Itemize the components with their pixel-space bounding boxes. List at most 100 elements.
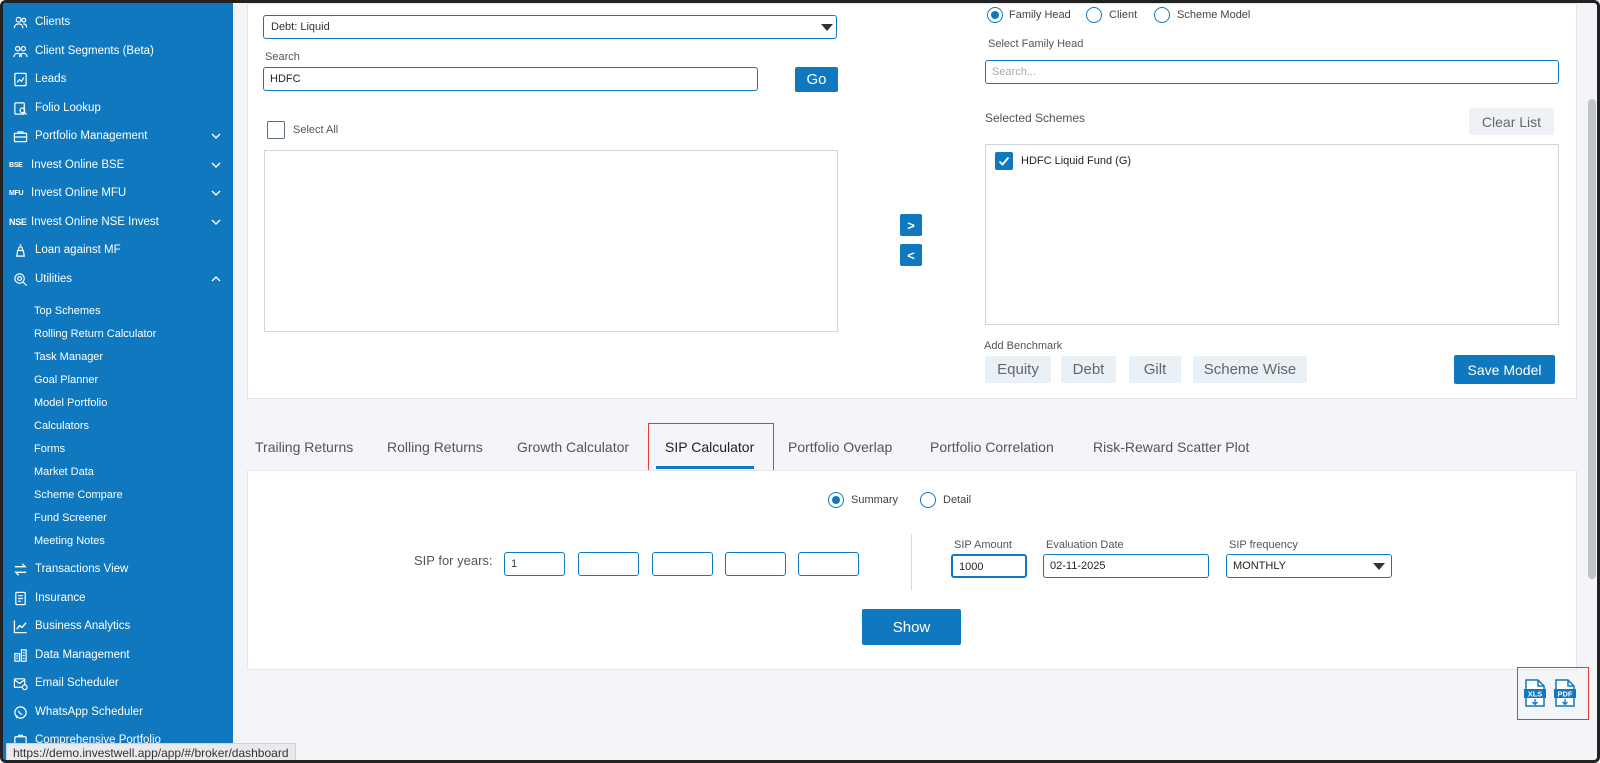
add-benchmark-label: Add Benchmark [984, 340, 1063, 352]
sidebar-item-utilities[interactable]: Utilities [3, 266, 233, 292]
select-all-checkbox[interactable] [267, 121, 285, 139]
move-right-button[interactable]: > [900, 214, 922, 236]
caret-down-icon [1373, 563, 1385, 570]
show-button[interactable]: Show [862, 609, 961, 645]
email-icon [11, 674, 29, 692]
selected-scheme-checkbox[interactable] [995, 152, 1013, 170]
select-all-label: Select All [293, 124, 339, 136]
search-label: Search [265, 51, 300, 63]
leads-icon [11, 70, 29, 88]
sidebar-subitem-forms[interactable]: Forms [34, 439, 65, 459]
sidebar-item-invest-online-mfu[interactable]: MFU Invest Online MFU [3, 180, 233, 206]
move-left-button[interactable]: < [900, 244, 922, 266]
benchmark-equity-button[interactable]: Equity [985, 356, 1051, 383]
radio-detail[interactable] [920, 492, 936, 508]
chevron-down-icon [211, 190, 221, 196]
nse-icon: NSE [9, 217, 27, 227]
sidebar-item-transactions-view[interactable]: Transactions View [3, 556, 233, 582]
sidebar-item-client-segments[interactable]: Client Segments (Beta) [3, 38, 233, 64]
chevron-down-icon [211, 219, 221, 225]
sidebar-item-whatsapp-scheduler[interactable]: WhatsApp Scheduler [3, 699, 233, 725]
evaluation-date-label: Evaluation Date [1046, 539, 1124, 551]
loan-icon [11, 241, 29, 259]
database-icon [11, 646, 29, 664]
go-button[interactable]: Go [795, 67, 838, 92]
sidebar-item-business-analytics[interactable]: Business Analytics [3, 613, 233, 639]
benchmark-gilt-button[interactable]: Gilt [1129, 356, 1181, 383]
sidebar-subitem-top-schemes[interactable]: Top Schemes [34, 301, 101, 321]
bse-icon: BSE [9, 161, 23, 169]
save-model-button[interactable]: Save Model [1454, 355, 1555, 384]
tab-rolling-returns[interactable]: Rolling Returns [387, 439, 483, 455]
sidebar-subitem-goal-planner[interactable]: Goal Planner [34, 370, 98, 390]
sidebar-item-clients[interactable]: Clients [3, 9, 233, 35]
tab-growth-calculator[interactable]: Growth Calculator [517, 439, 629, 455]
app-window: Clients Client Segments (Beta) Leads Fol… [0, 0, 1600, 763]
insurance-icon [11, 589, 29, 607]
clear-list-button[interactable]: Clear List [1469, 108, 1554, 135]
sidebar-subitem-scheme-compare[interactable]: Scheme Compare [34, 485, 123, 505]
family-head-search-input[interactable]: Search... [985, 60, 1559, 84]
chevron-up-icon [211, 276, 221, 282]
caret-down-icon [821, 24, 833, 31]
mfu-icon: MFU [9, 189, 24, 197]
xls-export-icon[interactable]: XLS [1524, 679, 1546, 707]
transactions-icon [11, 560, 29, 578]
sidebar-item-loan-against-mf[interactable]: Loan against MF [3, 237, 233, 263]
sip-years-input-2[interactable] [578, 552, 639, 576]
sidebar-subitem-calculators[interactable]: Calculators [34, 416, 89, 436]
scheme-search-input[interactable]: HDFC [263, 67, 758, 91]
sidebar-subitem-model-portfolio[interactable]: Model Portfolio [34, 393, 107, 413]
checkmark-icon [998, 156, 1010, 166]
vertical-scrollbar[interactable] [1588, 99, 1596, 579]
sidebar-item-insurance[interactable]: Insurance [3, 585, 233, 611]
folio-icon [11, 99, 29, 117]
available-schemes-list[interactable] [264, 150, 838, 332]
sidebar-item-folio-lookup[interactable]: Folio Lookup [3, 95, 233, 121]
benchmark-scheme-wise-button[interactable]: Scheme Wise [1193, 356, 1307, 383]
tab-portfolio-correlation[interactable]: Portfolio Correlation [930, 439, 1054, 455]
tab-risk-reward-scatter-plot[interactable]: Risk-Reward Scatter Plot [1093, 439, 1249, 455]
sip-amount-input[interactable]: 1000 [951, 554, 1027, 578]
radio-summary-label: Summary [851, 494, 899, 506]
sip-years-input-5[interactable] [798, 552, 859, 576]
selected-schemes-label: Selected Schemes [985, 111, 1086, 125]
sidebar-item-invest-online-nse[interactable]: NSE Invest Online NSE Invest [3, 209, 233, 235]
radio-summary[interactable] [828, 492, 844, 508]
sip-years-input-1[interactable]: 1 [504, 552, 565, 576]
radio-detail-label: Detail [943, 494, 972, 506]
sip-years-input-3[interactable] [652, 552, 713, 576]
form-divider [911, 534, 912, 590]
sip-frequency-select[interactable]: MONTHLY [1226, 554, 1392, 578]
radio-scheme-model[interactable] [1154, 7, 1170, 23]
highlight-box-sip-tab [648, 423, 774, 475]
radio-family-head-label: Family Head [1009, 9, 1071, 21]
sip-amount-label: SIP Amount [954, 539, 1012, 551]
sidebar-subitem-fund-screener[interactable]: Fund Screener [34, 508, 107, 528]
svg-text:PDF: PDF [1558, 690, 1573, 699]
benchmark-debt-button[interactable]: Debt [1061, 356, 1116, 383]
radio-client-label: Client [1109, 9, 1138, 21]
radio-scheme-model-label: Scheme Model [1177, 9, 1251, 21]
radio-family-head[interactable] [987, 7, 1003, 23]
evaluation-date-input[interactable]: 02-11-2025 [1043, 554, 1209, 578]
users-icon [11, 13, 29, 31]
sidebar-subitem-task-manager[interactable]: Task Manager [34, 347, 103, 367]
sidebar-item-email-scheduler[interactable]: Email Scheduler [3, 670, 233, 696]
scheme-category-select[interactable]: Debt: Liquid [263, 15, 837, 39]
sidebar-item-portfolio-management[interactable]: Portfolio Management [3, 123, 233, 149]
tab-portfolio-overlap[interactable]: Portfolio Overlap [788, 439, 892, 455]
status-bar-url: https://demo.investwell.app/app/#/broker… [6, 743, 296, 760]
tab-trailing-returns[interactable]: Trailing Returns [255, 439, 353, 455]
sidebar-item-invest-online-bse[interactable]: BSE Invest Online BSE [3, 152, 233, 178]
sidebar-item-data-management[interactable]: Data Management [3, 642, 233, 668]
sidebar-subitem-rolling-return-calculator[interactable]: Rolling Return Calculator [34, 324, 156, 344]
radio-client[interactable] [1086, 7, 1102, 23]
sidebar-subitem-meeting-notes[interactable]: Meeting Notes [34, 531, 105, 551]
sidebar-item-leads[interactable]: Leads [3, 66, 233, 92]
analytics-icon [11, 617, 29, 635]
sip-years-input-4[interactable] [725, 552, 786, 576]
sidebar-subitem-market-data[interactable]: Market Data [34, 462, 94, 482]
sidebar: Clients Client Segments (Beta) Leads Fol… [3, 3, 233, 760]
pdf-export-icon[interactable]: PDF [1554, 679, 1576, 707]
